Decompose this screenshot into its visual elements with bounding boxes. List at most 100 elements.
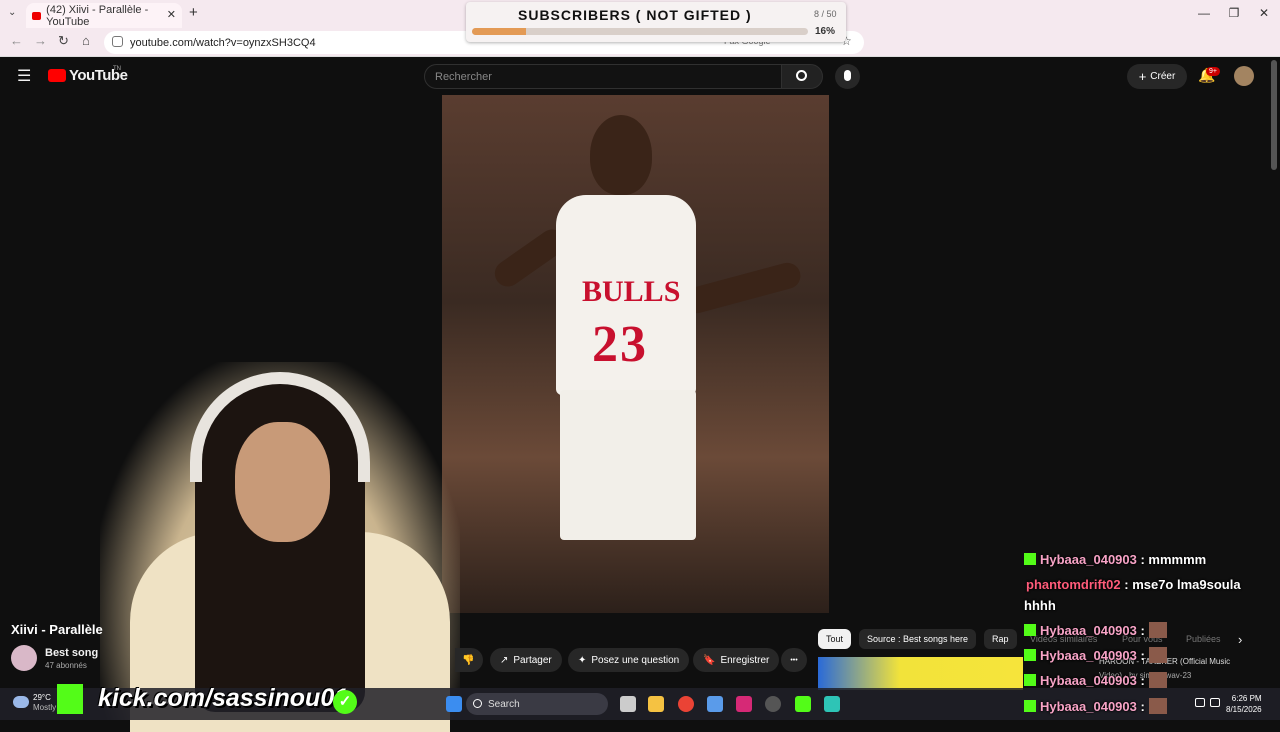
subs-goal-progress-bar — [472, 28, 808, 35]
subs-goal-percent: 16% — [815, 26, 836, 37]
voice-search-button[interactable] — [835, 64, 860, 89]
search-icon — [473, 699, 482, 708]
minimize-icon[interactable]: — — [1194, 6, 1214, 20]
chat-separator: : — [1136, 699, 1145, 714]
share-button[interactable]: ↗ Partager — [490, 648, 562, 672]
ask-question-button[interactable]: ✦ Posez une question — [568, 648, 690, 672]
wifi-icon[interactable] — [1195, 698, 1205, 707]
kick-badge-icon — [1024, 553, 1036, 565]
chip-published[interactable]: Publiées — [1178, 629, 1229, 649]
dislike-button[interactable]: 👎 — [455, 648, 483, 672]
chat-separator: : — [1136, 623, 1145, 638]
chrome-icon[interactable] — [678, 696, 694, 712]
chip-source[interactable]: Source : Best songs here — [859, 629, 977, 649]
kick-channel-url: kick.com/sassinou01 — [98, 684, 349, 712]
kick-badge-icon — [1024, 624, 1036, 636]
youtube-logo-suffix: TN — [113, 66, 121, 72]
search-icon — [796, 70, 807, 81]
chat-message-continuation: hhhh — [1024, 598, 1056, 613]
chat-username: Hybaaa_040903 — [1040, 699, 1137, 714]
video-figure-arm — [680, 259, 804, 317]
hamburger-menu-icon[interactable]: ☰ — [17, 66, 31, 86]
thumbs-down-icon: 👎 — [462, 654, 475, 666]
video-figure-shorts — [560, 390, 696, 540]
subs-goal-progress-fill — [472, 28, 526, 35]
page-scrollbar[interactable] — [1271, 60, 1277, 170]
close-tab-icon[interactable]: ✕ — [167, 8, 176, 21]
obs-icon[interactable] — [765, 696, 781, 712]
kick-badge-icon — [1024, 649, 1036, 661]
search-placeholder: Rechercher — [435, 70, 492, 83]
chevron-right-icon[interactable]: › — [1238, 632, 1242, 647]
close-window-icon[interactable]: ✕ — [1254, 6, 1274, 20]
account-avatar[interactable] — [1234, 66, 1254, 86]
clock-time: 6:26 PM — [1231, 694, 1262, 703]
chat-message: Hybaaa_040903 : — [1024, 647, 1167, 663]
home-icon[interactable]: ⌂ — [82, 33, 90, 48]
chat-message: Hybaaa_040903 : — [1024, 698, 1167, 714]
volume-icon[interactable] — [1210, 698, 1220, 707]
video-figure-head — [590, 115, 652, 195]
tab-title: (42) Xiivi - Parallèle - YouTube — [46, 3, 149, 28]
taskbar-search[interactable]: Search — [466, 693, 608, 715]
chat-username: Hybaaa_040903 — [1040, 623, 1137, 638]
chat-message: Hybaaa_040903 : — [1024, 622, 1167, 638]
recommended-video-thumbnail[interactable] — [818, 657, 1023, 690]
search-input[interactable]: Rechercher — [424, 64, 782, 89]
tab-list-icon[interactable]: ⌄ — [8, 7, 16, 18]
ask-label: Posez une question — [591, 654, 680, 666]
headphones-icon — [190, 372, 370, 482]
subscriber-goal-widget: SUBSCRIBERS ( NOT GIFTED ) 8 / 50 16% — [466, 2, 846, 42]
forward-icon[interactable]: → — [34, 33, 47, 48]
microphone-icon — [844, 70, 851, 81]
notification-badge: 9+ — [1206, 67, 1220, 76]
create-button[interactable]: + Créer — [1127, 64, 1187, 89]
jersey-number-text: 23 — [592, 316, 648, 373]
chip-all[interactable]: Tout — [818, 629, 852, 649]
channel-name[interactable]: Best song — [45, 647, 98, 659]
clock[interactable]: 6:26 PM 8/15/2026 — [1226, 693, 1262, 715]
subscriber-count: 47 abonnés — [45, 661, 87, 670]
search-button[interactable] — [781, 64, 823, 89]
create-label: Créer — [1150, 71, 1176, 82]
instagram-icon[interactable] — [736, 696, 752, 712]
chat-text: mse7o lma9soula — [1132, 577, 1241, 592]
video-player[interactable]: BULLS 23 — [442, 95, 829, 613]
share-label: Partager — [513, 654, 552, 666]
site-info-icon[interactable] — [112, 36, 123, 47]
subs-goal-count: 8 / 50 — [814, 9, 837, 19]
back-icon[interactable]: ← — [10, 33, 23, 48]
chat-emote — [1148, 622, 1167, 638]
taskbar-search-label: Search — [488, 698, 520, 710]
browser-tab[interactable]: (42) Xiivi - Parallèle - YouTube ✕ — [26, 3, 182, 28]
channel-avatar[interactable] — [11, 645, 37, 671]
kick-logo-icon — [57, 684, 83, 714]
save-button[interactable]: 🔖 Enregistrer — [693, 648, 780, 672]
kick-app-icon[interactable] — [795, 696, 811, 712]
weather-temp: 29°C — [33, 693, 51, 702]
video-title: Xiivi - Parallèle — [11, 622, 103, 637]
restore-icon[interactable]: ❐ — [1224, 6, 1244, 20]
chat-separator: : — [1136, 648, 1145, 663]
youtube-logo-icon[interactable] — [48, 69, 66, 82]
chat-username: Hybaaa_040903 — [1040, 648, 1137, 663]
sparkle-icon: ✦ — [578, 654, 587, 666]
new-tab-button[interactable]: + — [189, 4, 198, 21]
store-icon[interactable] — [707, 696, 723, 712]
chip-rap[interactable]: Rap — [984, 629, 1017, 649]
chat-separator: : — [1136, 673, 1145, 688]
share-icon: ↗ — [500, 654, 509, 666]
subs-goal-title: SUBSCRIBERS ( NOT GIFTED ) — [518, 7, 752, 23]
weather-desc: Mostly — [33, 703, 57, 712]
weather-icon[interactable] — [13, 696, 29, 708]
reload-icon[interactable]: ↻ — [58, 33, 69, 49]
task-view-icon[interactable] — [620, 696, 636, 712]
start-icon[interactable] — [446, 696, 462, 712]
app-icon[interactable] — [824, 696, 840, 712]
file-explorer-icon[interactable] — [648, 696, 664, 712]
chat-username: Hybaaa_040903 — [1040, 673, 1137, 688]
weather-widget[interactable]: 29°C Mostly — [33, 693, 56, 713]
plus-icon: + — [1138, 69, 1147, 84]
more-actions-button[interactable]: ••• — [781, 648, 807, 672]
chat-text: mmmmm — [1148, 552, 1207, 567]
